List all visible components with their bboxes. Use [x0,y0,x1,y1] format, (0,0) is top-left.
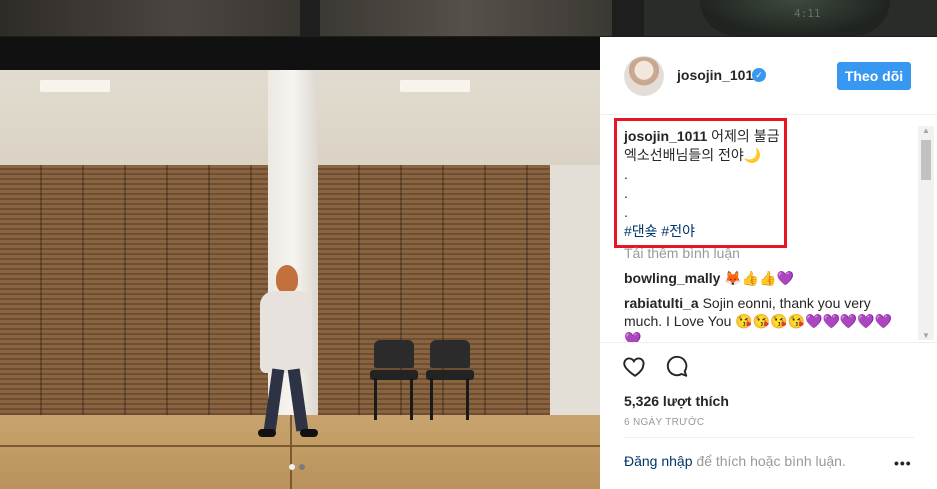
comments-scrollbar[interactable]: ▲ ▼ [918,126,934,340]
background-feed-thumbnail[interactable] [320,0,612,36]
post-side-panel: josojin_1011 ✓ Theo dõi josojin_1011 어제의… [600,37,937,489]
verified-badge-icon: ✓ [752,68,766,82]
dancer-shoe [300,429,318,437]
carousel-dot[interactable] [299,464,305,470]
instagram-post-modal: 4:11 josojin_1011 ✓ Theo dõi josojin_101… [0,0,937,489]
chair [368,340,418,420]
chair-leg [430,378,433,420]
load-more-comments-link[interactable]: Tải thêm bình luận [624,245,740,261]
dancer-torso [260,291,312,373]
comment-text: 🦊👍👍💜 [724,270,795,286]
comment-item: bowling_mally 🦊👍👍💜 [624,269,894,287]
login-prompt: Đăng nhập để thích hoặc bình luận. [624,453,846,469]
comment-item: rabiatulti_a Sojin eonni, thank you very… [624,294,894,342]
comment-bubble-icon[interactable] [664,353,690,379]
comments-section: josojin_1011 어제의 불금 엑소선배님들의 전야🌙 . . . #댄… [600,116,937,342]
post-actions: 5,326 lượt thích 6 NGÀY TRƯỚC Đăng nhập … [600,342,937,489]
avatar[interactable] [624,56,664,96]
background-feed-thumbnail[interactable] [0,0,300,36]
chair [424,340,474,420]
scroll-up-arrow-icon[interactable]: ▲ [922,126,930,135]
curtain [0,165,268,420]
background-time-readout: 4:11 [794,7,821,20]
login-prompt-text: để thích hoặc bình luận. [692,453,846,469]
chair-back [430,340,470,368]
dancer-leg [263,368,285,432]
dancer-head [276,265,298,293]
carousel-dot-active[interactable] [289,464,295,470]
chair-leg [374,378,377,420]
likes-count[interactable]: 5,326 lượt thích [624,393,729,409]
dancer-leg [287,368,309,432]
ceiling-light [40,80,110,92]
scrollbar-thumb[interactable] [921,140,931,180]
ceiling-light [400,80,470,92]
chair-leg [466,378,469,420]
dancer [252,265,322,445]
post-username[interactable]: josojin_1011 [677,67,760,83]
follow-button[interactable]: Theo dõi [837,62,911,90]
studio-wall [550,165,600,420]
floor-line [0,445,600,447]
dancer-shoe [258,429,276,437]
post-media[interactable] [0,37,600,489]
chair-back [374,340,414,368]
post-header: josojin_1011 ✓ Theo dõi [600,37,937,115]
more-options-icon[interactable]: ••• [894,455,912,471]
highlight-box [614,118,787,248]
login-link[interactable]: Đăng nhập [624,453,693,469]
video-frame[interactable] [0,70,600,489]
chair-leg [410,378,413,420]
carousel-indicator [289,464,305,470]
scroll-down-arrow-icon[interactable]: ▼ [922,331,930,340]
comment-username[interactable]: bowling_mally [624,270,720,286]
comment-username[interactable]: rabiatulti_a [624,295,699,311]
heart-outline-icon[interactable] [622,353,648,379]
post-time-ago: 6 NGÀY TRƯỚC [624,417,705,428]
divider [624,437,914,438]
